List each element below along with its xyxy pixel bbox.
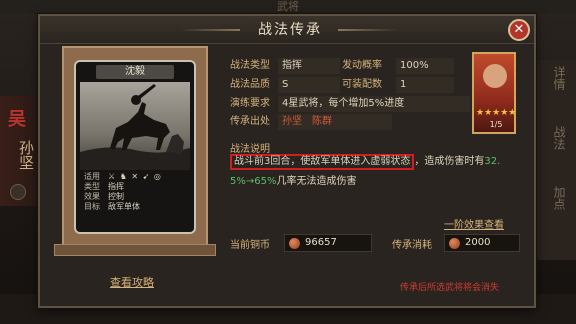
cost-value: 2000	[465, 237, 491, 248]
tab-points[interactable]: 加点	[550, 186, 568, 210]
star-rating: ★★★★★	[476, 108, 517, 118]
current-copper-box: 96657	[284, 234, 372, 252]
general-portrait[interactable]: ★★★★★ 1/5	[472, 52, 516, 134]
practice-label: 演练要求	[230, 98, 270, 109]
card-stat-row: 效果 控制	[84, 192, 190, 202]
current-copper-value: 96657	[305, 237, 337, 248]
type-label: 战法类型	[230, 60, 270, 71]
card-artwork	[80, 82, 190, 170]
dialog-title: 战法传承	[258, 22, 322, 38]
quality-label: 战法品质	[230, 79, 270, 90]
inherit-warning: 传承后所选武将将会消失	[400, 283, 500, 293]
tab-tactics[interactable]: 战法	[550, 126, 568, 150]
copper-coin-icon	[289, 238, 300, 249]
tactic-card: 沈毅 适用 ⚔ ♞ ✕ ➹ ◎ 类型 指挥 效果 控制 目标 敌军单体	[74, 60, 196, 234]
description-title: 战法说明	[230, 144, 270, 155]
card-stat-row: 类型 指挥	[84, 182, 190, 192]
card-stat-value: 指挥	[108, 182, 124, 191]
background-top-bar: 武将	[0, 0, 576, 14]
rate-label: 发动概率	[342, 60, 382, 71]
tactic-info-table: 战法类型 指挥 发动概率 100% 战法品质 S 可装配数 1 演练要求 4星武…	[230, 48, 470, 138]
card-stat-value: 敌军单体	[108, 202, 140, 211]
source-label: 传承出处	[230, 116, 270, 127]
card-stats: 适用 ⚔ ♞ ✕ ➹ ◎ 类型 指挥 效果 控制 目标 敌军单体	[84, 172, 190, 212]
horseman-silhouette-icon	[80, 84, 190, 170]
rate-value: 100%	[400, 60, 429, 71]
slots-cell: 可装配数 1	[342, 77, 454, 93]
tab-details[interactable]: 详情	[550, 66, 568, 90]
card-stat-row: 适用 ⚔ ♞ ✕ ➹ ◎	[84, 172, 190, 182]
rate-cell: 发动概率 100%	[342, 58, 454, 74]
view-guide-link[interactable]: 查看攻略	[110, 274, 154, 290]
description-highlight: 战斗前3回合，使敌军单体进入虚弱状态	[230, 154, 415, 170]
cost-box: 2000	[444, 234, 520, 252]
info-row-quality: 战法品质 S 可装配数 1	[230, 77, 454, 93]
general-name: 孙坚	[17, 140, 35, 170]
info-row-source: 传承出处 孙坚 陈群	[230, 114, 452, 130]
general-info-icon[interactable]	[10, 184, 26, 200]
background-right-tabs: 详情 战法 加点	[536, 60, 576, 260]
description-line-1: 战斗前3回合，使敌军单体进入虚弱状态 ，造成伤害时有32.	[230, 154, 520, 170]
description-line-2: 5%→65%几率无法造成伤害	[230, 172, 520, 187]
title-ornament-left	[180, 29, 240, 31]
close-button[interactable]: ✕	[508, 19, 530, 41]
title-ornament-right	[338, 29, 398, 31]
card-frame: 沈毅 适用 ⚔ ♞ ✕ ➹ ◎ 类型 指挥 效果 控制 目标 敌军单体	[54, 46, 216, 256]
quality-value: S	[282, 79, 289, 90]
copper-coin-icon	[449, 238, 460, 249]
portrait-face	[483, 64, 507, 88]
card-stat-key: 类型	[84, 182, 100, 191]
slots-label: 可装配数	[342, 79, 382, 90]
background-top-title: 武将	[277, 0, 299, 13]
current-copper-label: 当前铜币	[230, 240, 270, 251]
description-value: 32.	[484, 156, 501, 167]
card-stat-key: 适用	[84, 172, 100, 181]
faction-char: 吴	[8, 109, 26, 130]
practice-value: 4星武将，每个增加5%进度	[282, 98, 405, 109]
tactic-inherit-dialog: 战法传承 ✕ 沈毅 适用 ⚔ ♞ ✕ ➹ ◎ 类型 指挥 效果 控制 目标 敌军…	[38, 14, 536, 308]
type-value: 指挥	[282, 60, 302, 71]
description-text: 几率无法造成伤害	[276, 176, 357, 187]
source-general-1[interactable]: 孙坚	[282, 114, 302, 130]
card-name: 沈毅	[96, 65, 174, 79]
first-level-effect-link[interactable]: 一阶效果查看	[444, 216, 504, 231]
card-stat-value: 控制	[108, 192, 124, 201]
troop-type-icons: ⚔ ♞ ✕ ➹ ◎	[108, 172, 162, 181]
description-text: ，造成伤害时有	[414, 156, 485, 167]
card-stat-key: 目标	[84, 202, 100, 211]
dialog-title-bar: 战法传承 ✕	[40, 16, 534, 44]
slots-value: 1	[400, 79, 407, 90]
description-value: 5%→65%	[230, 176, 277, 187]
card-stat-row: 目标 敌军单体	[84, 202, 190, 212]
card-stat-key: 效果	[84, 192, 100, 201]
cost-label: 传承消耗	[392, 240, 432, 251]
info-row-practice: 演练要求 4星武将，每个增加5%进度	[230, 96, 470, 112]
portrait-level: 1/5	[489, 120, 503, 129]
source-general-2[interactable]: 陈群	[312, 114, 332, 130]
copper-row: 当前铜币 96657 传承消耗 2000	[230, 234, 520, 252]
info-row-type: 战法类型 指挥 发动概率 100%	[230, 58, 454, 74]
